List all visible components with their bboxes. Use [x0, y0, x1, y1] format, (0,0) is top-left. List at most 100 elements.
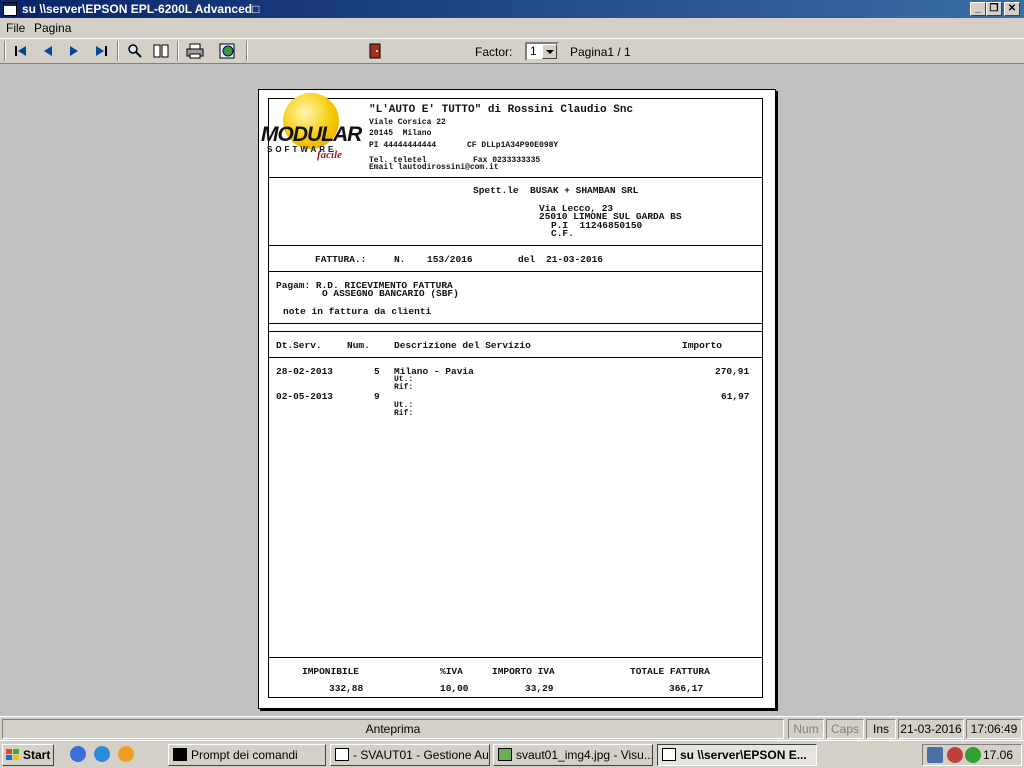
invoice-note: note in fattura da clienti: [283, 306, 432, 317]
status-mode: Anteprima: [2, 719, 784, 739]
row-amount: 61,97: [721, 391, 750, 402]
importo-iva-value: 33,29: [525, 683, 554, 694]
row-date: 02-05-2013: [276, 391, 334, 402]
divider: [269, 271, 762, 272]
menu-pagina[interactable]: Pagina: [34, 21, 71, 35]
row-num: 9: [374, 391, 380, 402]
image-icon: [498, 748, 512, 761]
row-rif: Rif:: [394, 383, 414, 392]
update-icon[interactable]: [965, 747, 981, 763]
window-icon: [662, 748, 676, 761]
tray-clock: 17.06: [982, 748, 1013, 762]
restore-button[interactable]: ❐: [986, 2, 1002, 16]
toolbar-grip: [4, 41, 6, 61]
row-amount: 270,91: [715, 366, 750, 377]
first-page-icon[interactable]: [10, 41, 32, 61]
factor-select[interactable]: 1: [525, 42, 559, 61]
company-cf: CF DLLp1A34P90E098Y: [467, 141, 559, 150]
status-num: Num: [788, 719, 824, 739]
divider: [269, 245, 762, 246]
divider: [269, 331, 762, 332]
close-button[interactable]: ✕: [1004, 2, 1020, 16]
invoice-frame: MODULAR SOFTWARE facile "L'AUTO E' TUTTO…: [261, 93, 763, 698]
quicklaunch-ie-icon[interactable]: [70, 746, 86, 762]
imponibile-value: 332,88: [329, 683, 364, 694]
logo-tag: facile: [317, 149, 343, 161]
payment-terms-2: O ASSEGNO BANCARIO (SBF): [322, 288, 459, 299]
start-label: Start: [23, 748, 51, 762]
task-print-preview[interactable]: su \\server\EPSON E...: [657, 744, 817, 766]
task-svaut01[interactable]: - SVAUT01 - Gestione Au...: [330, 744, 490, 766]
toolbar-separator: [177, 41, 179, 61]
exit-door-icon[interactable]: [364, 41, 386, 61]
toolbar: Factor: 1 Pagina1 / 1: [0, 38, 1024, 64]
col-date-header: Dt.Serv.: [276, 340, 322, 351]
row-date: 28-02-2013: [276, 366, 334, 377]
invoice-date: 21-03-2016: [546, 254, 604, 265]
imponibile-label: IMPONIBILE: [302, 666, 360, 677]
system-tray: 17.06: [922, 744, 1022, 766]
app-icon: [3, 2, 17, 16]
iva-value: 10,00: [440, 683, 469, 694]
invoice-page: MODULAR SOFTWARE facile "L'AUTO E' TUTTO…: [258, 89, 776, 709]
status-caps: Caps: [826, 719, 864, 739]
company-email: Email lautodirossini@com.it: [369, 163, 499, 172]
window-title: su \\server\EPSON EPL-6200L Advanced□: [22, 2, 260, 16]
export-icon[interactable]: [217, 41, 239, 61]
task-label: su \\server\EPSON E...: [680, 748, 807, 762]
company-city: 20145 Milano: [369, 129, 432, 138]
iva-label: %IVA: [440, 666, 463, 677]
network-icon[interactable]: [927, 747, 943, 763]
logo-word: MODULAR: [261, 123, 362, 146]
zoom-icon[interactable]: [124, 41, 146, 61]
status-time: 17:06:49: [966, 719, 1022, 739]
divider: [269, 323, 762, 324]
task-label: svaut01_img4.jpg - Visu...: [516, 748, 653, 762]
status-date: 21-03-2016: [898, 719, 964, 739]
company-name: "L'AUTO E' TUTTO" di Rossini Claudio Snc: [369, 104, 634, 116]
totale-label: TOTALE FATTURA: [630, 666, 710, 677]
next-page-icon[interactable]: [63, 41, 85, 61]
row-num: 5: [374, 366, 380, 377]
two-pages-icon[interactable]: [150, 41, 172, 61]
status-ins: Ins: [866, 719, 896, 739]
factor-value: 1: [530, 44, 537, 58]
start-button[interactable]: Start: [2, 744, 54, 766]
task-command-prompt[interactable]: Prompt dei comandi: [168, 744, 326, 766]
task-label: - SVAUT01 - Gestione Au...: [353, 748, 490, 762]
chevron-down-icon[interactable]: [542, 44, 557, 59]
menu-bar: File Pagina: [0, 18, 1024, 38]
menu-file[interactable]: File: [6, 21, 25, 35]
divider: [269, 657, 762, 658]
toolbar-separator: [117, 41, 119, 61]
totale-value: 366,17: [669, 683, 704, 694]
page-indicator: Pagina1 / 1: [570, 45, 631, 59]
console-icon: [173, 748, 187, 761]
invoice-number: 153/2016: [427, 254, 473, 265]
windows-flag-icon: [6, 749, 19, 760]
invoice-n-label: N.: [394, 254, 406, 265]
col-num-header: Num.: [347, 340, 370, 351]
invoice-del-label: del: [518, 254, 536, 265]
print-icon[interactable]: [184, 41, 206, 61]
modular-software-logo: MODULAR SOFTWARE facile: [261, 89, 362, 174]
company-pi: PI 44444444444: [369, 141, 437, 150]
taskbar: Start Prompt dei comandi - SVAUT01 - Ges…: [0, 740, 1024, 768]
row-rif: Rif:: [394, 409, 414, 418]
preview-area[interactable]: MODULAR SOFTWARE facile "L'AUTO E' TUTTO…: [0, 65, 1024, 716]
col-amount-header: Importo: [682, 340, 722, 351]
security-icon[interactable]: [947, 747, 963, 763]
quicklaunch-media-icon[interactable]: [118, 746, 134, 762]
title-bar: su \\server\EPSON EPL-6200L Advanced□ _ …: [0, 0, 1024, 18]
task-label: Prompt dei comandi: [191, 748, 298, 762]
toolbar-separator: [246, 41, 248, 61]
factor-label: Factor:: [475, 45, 513, 59]
customer-name: Spett.le BUSAK + SHAMBAN SRL: [473, 185, 639, 196]
company-address: Viale Corsica 22: [369, 118, 446, 127]
previous-page-icon[interactable]: [37, 41, 59, 61]
quicklaunch-browser-icon[interactable]: [94, 746, 110, 762]
task-image-viewer[interactable]: svaut01_img4.jpg - Visu...: [493, 744, 653, 766]
last-page-icon[interactable]: [90, 41, 112, 61]
window-icon: [335, 748, 349, 761]
minimize-button[interactable]: _: [970, 2, 986, 16]
